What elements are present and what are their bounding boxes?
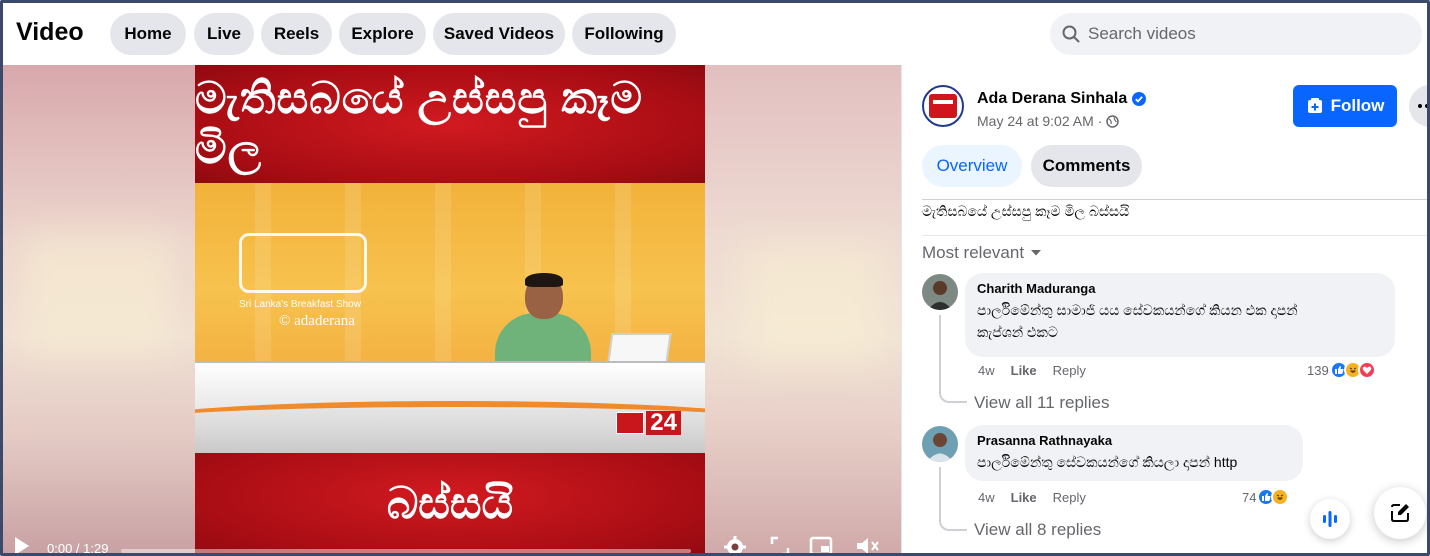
comment-bubble: Charith Maduranga පාර්ලිමේන්තු සාමාජි යය… (965, 273, 1395, 357)
comment-actions: 4w Like Reply (978, 490, 1086, 505)
progress-bar[interactable] (121, 549, 691, 553)
anchor-hair (525, 273, 563, 287)
video-player[interactable]: මැතිසබයේ උස්සපු කෑම මිල Sri Lanka's Brea… (3, 65, 901, 556)
globe-icon (1106, 114, 1120, 128)
reaction-summary[interactable]: 74 (1242, 488, 1290, 506)
backdrop-blur (743, 245, 883, 365)
follow-button[interactable]: Follow (1293, 85, 1397, 127)
reply-button[interactable]: Reply (1053, 363, 1086, 378)
nav-home[interactable]: Home (110, 13, 186, 55)
video-controls: 0:00 / 1:29 (3, 531, 901, 556)
post-meta: May 24 at 9:02 AM · (977, 113, 1120, 129)
avatar[interactable] (922, 426, 958, 462)
search-icon (1062, 25, 1080, 43)
reaction-summary[interactable]: 139 (1307, 361, 1376, 379)
watermark: © adaderana (279, 313, 355, 329)
sort-label: Most relevant (922, 243, 1025, 262)
comment-bubble: Prasanna Rathnayaka පාර්ලිමේන්තු සේවකයන්… (965, 425, 1303, 481)
compose-icon[interactable] (1374, 487, 1426, 539)
comment-author[interactable]: Prasanna Rathnayaka (977, 433, 1291, 448)
more-options-icon[interactable] (1409, 85, 1427, 127)
comment-text: පාර්ලිමේන්තු සේවකයන්ගේ කියලා දාපන් http (977, 454, 1238, 470)
reply-button[interactable]: Reply (1053, 490, 1086, 505)
search-input[interactable] (1088, 24, 1388, 44)
nav-saved-videos[interactable]: Saved Videos (433, 13, 565, 55)
post-caption: මැතිසබයේ උස්සපු කෑම මිල බස්සයි (922, 203, 1130, 219)
comment-age: 4w (978, 490, 995, 505)
nav-reels[interactable]: Reels (261, 13, 332, 55)
headline-bottom-text: බස්සයි (386, 479, 514, 528)
video-frame: මැතිසබයේ උස්සපු කෑම මිල Sri Lanka's Brea… (195, 65, 705, 553)
comment-author[interactable]: Charith Maduranga (977, 281, 1383, 296)
headline-top-text: මැතිසබයේ උස්සපු කෑම මිල (195, 74, 644, 173)
divider (922, 199, 1427, 200)
play-icon[interactable] (15, 537, 29, 553)
comment-text: පාර්ලිමේන්තු සාමාජි යය සේවකයන්ගේ කියන එක… (977, 302, 1298, 318)
channel-badge: 24 (589, 409, 681, 437)
haha-reaction-icon (1271, 488, 1290, 506)
page-logo (929, 94, 957, 118)
meta-separator: · (1097, 113, 1103, 129)
love-reaction-icon (1357, 361, 1376, 379)
fullscreen-icon[interactable] (769, 535, 791, 553)
studio-scene: Sri Lanka's Breakfast Show © adaderana 2… (195, 183, 705, 453)
divider (922, 235, 1427, 236)
backdrop-blur (23, 235, 173, 355)
channel-logo (616, 412, 645, 434)
show-logo-mark (239, 233, 367, 293)
volume-icon[interactable] (855, 535, 881, 553)
headline-top-band: මැතිසබයේ උස්සපු කෑම මිල (195, 65, 705, 183)
browser-frame: Video Home Live Reels Explore Saved Vide… (0, 0, 1430, 556)
reaction-count: 74 (1242, 489, 1257, 505)
tab-comments[interactable]: Comments (1031, 145, 1142, 187)
comment-age: 4w (978, 363, 995, 378)
verified-badge-icon (1132, 92, 1147, 106)
comment-actions: 4w Like Reply (978, 363, 1086, 378)
follow-page-icon (1306, 97, 1324, 115)
search-box[interactable] (1050, 13, 1422, 55)
sort-dropdown[interactable]: Most relevant (922, 243, 1042, 263)
page-title: Video (16, 18, 84, 46)
comment-text: කැප්ශන් එකට (977, 324, 1058, 340)
caret-down-icon (1030, 249, 1042, 257)
time-display: 0:00 / 1:29 (47, 541, 109, 556)
reaction-count: 139 (1307, 362, 1329, 378)
follow-label: Follow (1330, 96, 1385, 115)
like-button[interactable]: Like (1011, 363, 1037, 378)
top-bar: Video Home Live Reels Explore Saved Vide… (3, 3, 1427, 65)
page-name-row: Ada Derana Sinhala (977, 90, 1147, 108)
show-logo: Sri Lanka's Breakfast Show © adaderana (239, 233, 369, 343)
thread-line (939, 467, 967, 531)
view-replies-link[interactable]: View all 11 replies (974, 393, 1109, 413)
channel-number: 24 (646, 411, 681, 435)
avatar[interactable] (922, 274, 958, 310)
post-date[interactable]: May 24 at 9:02 AM (977, 113, 1094, 129)
nav-live[interactable]: Live (194, 13, 254, 55)
settings-icon[interactable] (723, 535, 747, 553)
page-avatar[interactable] (922, 85, 964, 127)
show-tagline: Sri Lanka's Breakfast Show (239, 299, 361, 310)
thread-line (939, 315, 967, 403)
tab-overview[interactable]: Overview (922, 145, 1022, 187)
news-anchor (495, 273, 591, 369)
nav-explore[interactable]: Explore (339, 13, 426, 55)
nav-following[interactable]: Following (572, 13, 676, 55)
view-replies-link[interactable]: View all 8 replies (974, 520, 1101, 540)
post-panel: Ada Derana Sinhala May 24 at 9:02 AM · F… (901, 65, 1427, 553)
pip-icon[interactable] (809, 535, 833, 553)
page-name[interactable]: Ada Derana Sinhala (977, 90, 1127, 108)
like-button[interactable]: Like (1011, 490, 1037, 505)
audio-bars-icon[interactable] (1310, 499, 1350, 539)
